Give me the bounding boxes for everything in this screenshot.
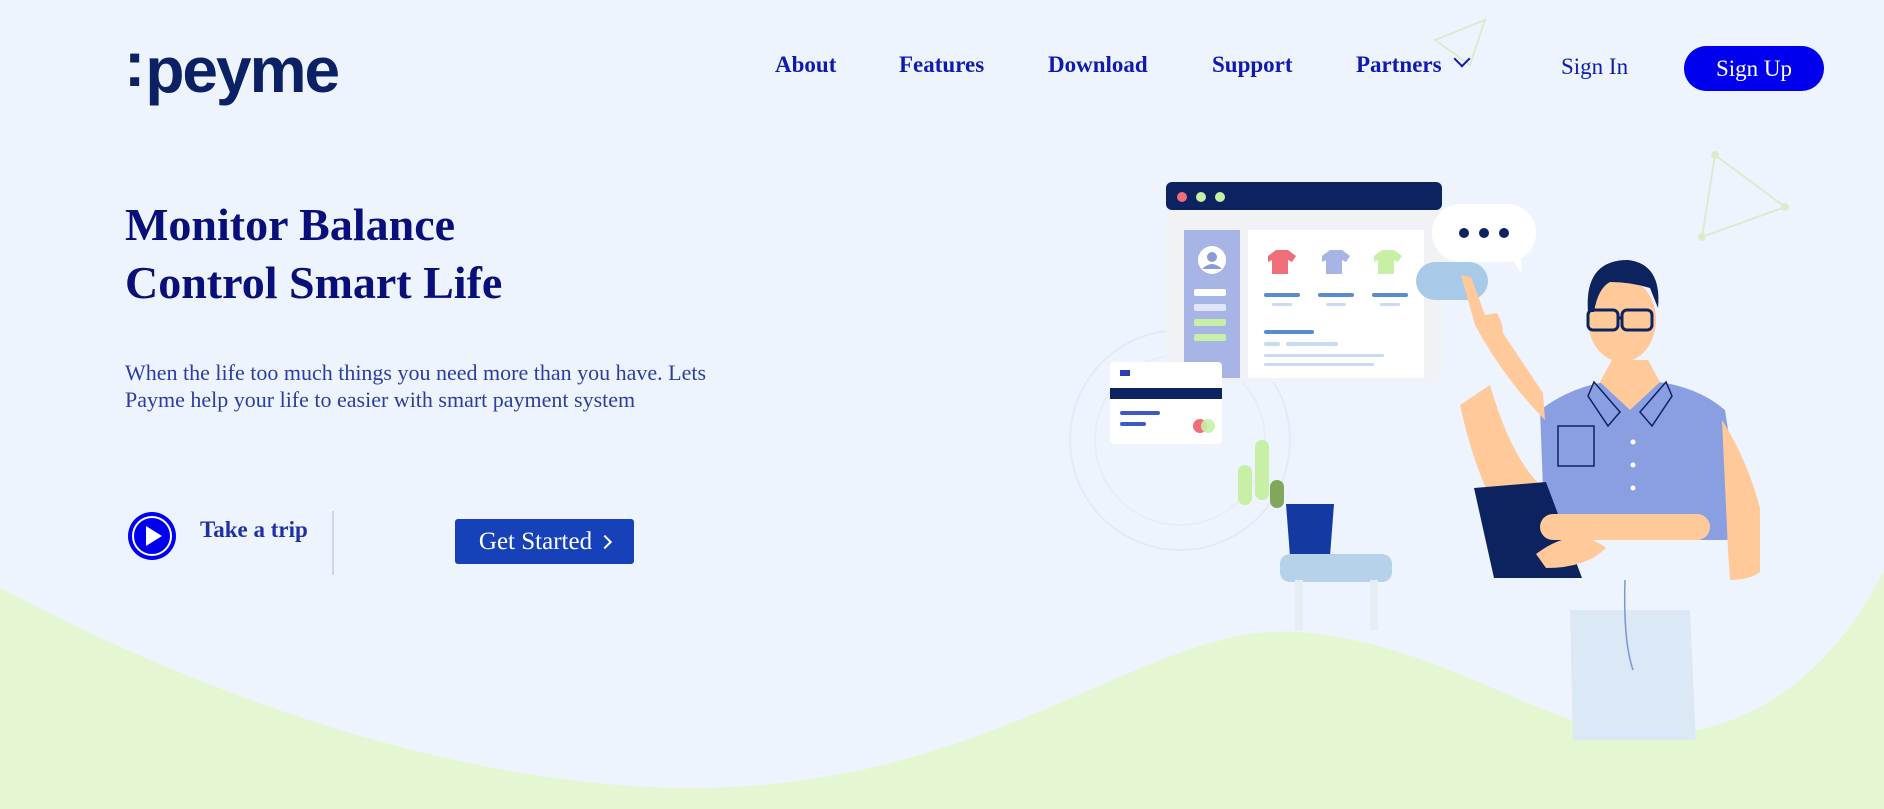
chevron-right-icon <box>598 534 613 549</box>
hero-description-line2: Payme help your life to easier with smar… <box>125 387 636 412</box>
nav-partners[interactable]: Partners <box>1356 50 1471 78</box>
get-started-label: Get Started <box>478 527 593 555</box>
nav-about[interactable]: About <box>775 52 836 78</box>
nav-partners-label: Partners <box>1356 52 1442 77</box>
nav-support[interactable]: Support <box>1212 52 1293 78</box>
divider <box>332 511 334 575</box>
get-started-button[interactable]: Get Started <box>455 519 634 564</box>
hero-illustration <box>1069 182 1760 740</box>
hero-description-line1: When the life too much things you need m… <box>125 360 707 385</box>
nav-features[interactable]: Features <box>899 52 984 78</box>
hero-title-line2: Control Smart Life <box>125 257 503 308</box>
nav-download[interactable]: Download <box>1048 52 1148 78</box>
take-trip-link[interactable]: Take a trip <box>200 517 308 543</box>
play-icon <box>132 516 172 556</box>
sign-up-button[interactable]: Sign Up <box>1684 46 1824 91</box>
sign-in-link[interactable]: Sign In <box>1561 54 1628 80</box>
logo[interactable]: :peyme <box>124 32 340 102</box>
logo-text: :peyme <box>124 32 340 102</box>
hero-description: When the life too much things you need m… <box>125 359 785 413</box>
hero-title-line1: Monitor Balance <box>125 199 456 250</box>
chevron-down-icon <box>1453 50 1471 68</box>
logo-colon: : <box>124 28 145 100</box>
play-button[interactable] <box>128 512 176 560</box>
logo-wordmark: peyme <box>145 34 340 106</box>
hero-title: Monitor Balance Control Smart Life <box>125 196 502 312</box>
